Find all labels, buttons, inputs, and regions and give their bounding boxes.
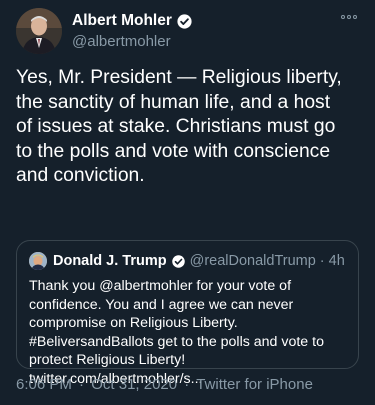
tweet-text-line: Yes, Mr. President — Religious liberty,	[16, 67, 342, 88]
quoted-verified-badge-icon	[171, 254, 185, 268]
quoted-handle: @realDonaldTrump	[189, 253, 316, 269]
more-dot	[347, 15, 351, 19]
quoted-display-name: Donald J. Trump	[53, 253, 167, 269]
tweet-text-line: and conviction.	[16, 165, 145, 186]
tweet-text: Yes, Mr. President — Religious liberty, …	[16, 66, 361, 189]
quoted-text-line: #BeliversandBallots get to the polls and…	[29, 333, 324, 350]
author-photo	[16, 8, 62, 54]
quoted-time: 4h	[328, 253, 345, 269]
tweet-text-line: to the polls and vote with conscience	[16, 140, 331, 162]
tweet-text-line: the sanctity of human life, and a host	[16, 91, 331, 113]
author-avatar[interactable]	[16, 8, 62, 54]
quoted-tweet-text: Thank you @albertmohler for your vote of…	[29, 277, 346, 388]
tweet-meta: 6:06 PM · Oct 31, 2020 · Twitter for iPh…	[16, 376, 316, 393]
author-names: Albert Mohler @albertmohler	[72, 12, 193, 50]
quoted-separator: ·	[319, 253, 325, 269]
tweet-text-line: of issues at stake. Christians must go	[16, 116, 336, 137]
meta-separator: ·	[184, 376, 190, 393]
author-display-name[interactable]: Albert Mohler	[72, 12, 172, 30]
more-options-icon[interactable]	[339, 10, 359, 24]
more-dot	[353, 15, 357, 19]
quoted-author-avatar	[29, 252, 47, 270]
quoted-tweet-header: Donald J. Trump @realDonaldTrump · 4h	[29, 251, 346, 271]
tweet-card: Albert Mohler @albertmohler Yes, Mr. Pre…	[0, 0, 375, 405]
quoted-text-line: protect Religious Liberty!	[29, 352, 186, 368]
quoted-text-line: Thank you @albertmohler for your vote of	[29, 278, 292, 294]
quoted-text-line: compromise on Religious Liberty.	[29, 315, 238, 331]
tweet-header: Albert Mohler @albertmohler	[16, 8, 359, 56]
tweet-time[interactable]: 6:06 PM	[16, 376, 72, 393]
quoted-author-photo	[29, 252, 47, 270]
tweet-date[interactable]: Oct 31, 2020	[91, 376, 177, 393]
more-dot	[341, 15, 345, 19]
author-handle[interactable]: @albertmohler	[72, 33, 193, 50]
quoted-tweet[interactable]: Donald J. Trump @realDonaldTrump · 4h Th…	[16, 240, 359, 387]
quoted-text-line: confidence. You and I agree we can never	[29, 296, 294, 313]
verified-badge-icon	[177, 13, 192, 29]
tweet-source[interactable]: Twitter for iPhone	[196, 376, 313, 393]
meta-separator: ·	[79, 376, 85, 393]
